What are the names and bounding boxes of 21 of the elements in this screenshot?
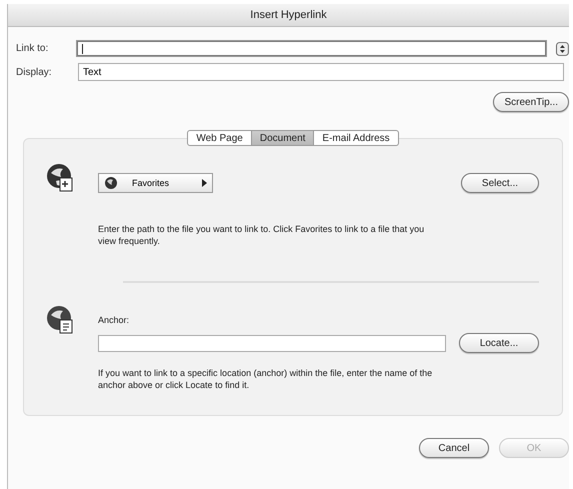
globe-icon: [104, 176, 118, 190]
favorites-popup[interactable]: Favorites: [98, 173, 213, 193]
screentip-button[interactable]: ScreenTip...: [493, 92, 569, 112]
stepper-icon[interactable]: [556, 42, 569, 56]
anchor-label: Anchor:: [98, 315, 130, 325]
field-label: Link to:: [16, 43, 50, 54]
hint-text: Enter the path to the file you want to link to. Click Favorites to link to a file that you view frequently.: [98, 223, 426, 247]
triangle-icon: [202, 179, 207, 187]
locate-button[interactable]: Locate...: [459, 333, 539, 353]
window-title: Insert Hyperlink: [250, 9, 327, 21]
text-cursor: [82, 44, 84, 54]
link-to-field[interactable]: [77, 41, 546, 56]
tab[interactable]: Web Page: [187, 130, 252, 146]
dialog-button[interactable]: Cancel: [419, 438, 489, 458]
anchor-field[interactable]: [98, 334, 446, 352]
field-label: Display:: [16, 66, 53, 78]
select-button[interactable]: Select...: [461, 173, 539, 193]
hint-text: If you want to link to a specific location (anchor) within the file, enter the name of the anchor above or click Locate to find it.: [98, 367, 434, 391]
display-field[interactable]: Text: [78, 63, 564, 81]
tab[interactable]: E-mail Address: [314, 130, 399, 146]
tab[interactable]: Document: [252, 130, 314, 146]
